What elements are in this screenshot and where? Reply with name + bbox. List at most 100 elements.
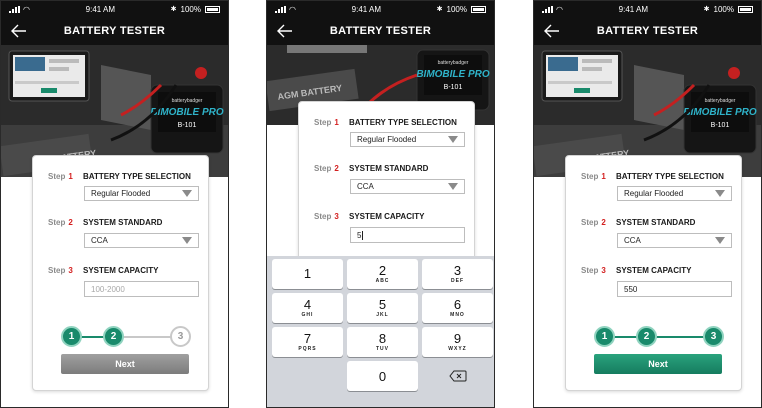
phone-screen-1: ◠ 9:41 AM ✱ 100% BATTERY TESTER batteryb… <box>0 0 229 408</box>
device-name-text: BIMOBILE PRO <box>416 69 490 80</box>
battery-icon <box>471 5 486 13</box>
device-name-text: BIMOBILE PRO <box>150 107 224 118</box>
device-model-text: B-101 <box>178 122 197 129</box>
progress-step-1: 1 <box>61 326 82 347</box>
setup-card: Step 1 BATTERY TYPE SELECTION Regular Flo… <box>298 101 475 261</box>
system-capacity-heading: SYSTEM CAPACITY <box>83 266 159 275</box>
system-standard-select[interactable]: CCA <box>617 233 732 248</box>
step-2-label: Step 2 <box>314 164 339 173</box>
key-5[interactable]: 5 JKL <box>347 293 418 323</box>
status-bar: ◠ 9:41 AM ✱ 100% <box>534 1 761 17</box>
key-0[interactable]: 0 <box>347 361 418 391</box>
battery-type-heading: BATTERY TYPE SELECTION <box>616 172 724 181</box>
nav-bar: BATTERY TESTER <box>267 17 494 45</box>
device-model-text: B-101 <box>444 84 463 91</box>
capacity-input[interactable]: 100-2000 <box>84 281 199 297</box>
phone-screen-3: ◠ 9:41 AM ✱ 100% BATTERY TESTER batteryb… <box>533 0 762 408</box>
battery-type-heading: BATTERY TYPE SELECTION <box>83 172 191 181</box>
battery-type-select[interactable]: Regular Flooded <box>84 186 199 201</box>
status-time: 9:41 AM <box>85 4 115 14</box>
bluetooth-icon: ✱ <box>170 6 177 13</box>
battery-percent: 100% <box>180 4 201 14</box>
key-8[interactable]: 8 TUV <box>347 327 418 357</box>
progress-connector <box>656 336 706 338</box>
progress-step-3: 3 <box>703 326 724 347</box>
battery-icon <box>205 5 220 13</box>
wifi-icon: ◠ <box>289 4 296 14</box>
key-3[interactable]: 3 DEF <box>422 259 493 289</box>
back-arrow-icon[interactable] <box>542 21 562 41</box>
delete-key[interactable] <box>422 361 493 391</box>
device-brand-text: batterybadger <box>172 98 203 104</box>
step-3-label: Step 3 <box>48 266 73 275</box>
step-2-label: Step 2 <box>581 218 606 227</box>
key-2[interactable]: 2 ABC <box>347 259 418 289</box>
signal-icon <box>275 5 286 13</box>
capacity-input[interactable]: 5 <box>350 227 465 243</box>
text-cursor <box>362 230 364 240</box>
progress-connector <box>123 336 173 338</box>
bluetooth-icon: ✱ <box>436 6 443 13</box>
back-arrow-icon[interactable] <box>275 21 295 41</box>
next-button[interactable]: Next <box>594 354 722 374</box>
dropdown-arrow-icon <box>182 190 192 197</box>
system-standard-heading: SYSTEM STANDARD <box>349 164 429 173</box>
dropdown-arrow-icon <box>715 190 725 197</box>
device-brand-text: batterybadger <box>438 60 469 66</box>
status-bar: ◠ 9:41 AM ✱ 100% <box>1 1 228 17</box>
signal-icon <box>9 5 20 13</box>
page-title: BATTERY TESTER <box>63 25 166 37</box>
nav-bar: BATTERY TESTER <box>534 17 761 45</box>
status-time: 9:41 AM <box>618 4 648 14</box>
key-1[interactable]: 1 <box>272 259 343 289</box>
dropdown-arrow-icon <box>182 237 192 244</box>
step-3-label: Step 3 <box>314 212 339 221</box>
battery-percent: 100% <box>446 4 467 14</box>
next-button[interactable]: Next <box>61 354 189 374</box>
progress-step-2: 2 <box>103 326 124 347</box>
backspace-icon <box>448 370 466 382</box>
progress-step-2: 2 <box>636 326 657 347</box>
numeric-keypad: 1 2 ABC 3 DEF 4 GHI 5 JKL 6 MNO 7 PQRS 8 TUV 9W… <box>267 256 494 407</box>
step-1-label: Step 1 <box>48 172 73 181</box>
wifi-icon: ◠ <box>23 4 30 14</box>
battery-icon <box>738 5 753 13</box>
progress-step-1: 1 <box>594 326 615 347</box>
system-standard-select[interactable]: CCA <box>84 233 199 248</box>
system-standard-heading: SYSTEM STANDARD <box>616 218 696 227</box>
nav-bar: BATTERY TESTER <box>1 17 228 45</box>
system-standard-select[interactable]: CCA <box>350 179 465 194</box>
dropdown-arrow-icon <box>715 237 725 244</box>
battery-type-select[interactable]: Regular Flooded <box>350 132 465 147</box>
device-name-text: BIMOBILE PRO <box>683 107 757 118</box>
system-capacity-heading: SYSTEM CAPACITY <box>616 266 692 275</box>
setup-card: Step 1 BATTERY TYPE SELECTION Regular Flo… <box>32 155 209 391</box>
dropdown-arrow-icon <box>448 183 458 190</box>
signal-icon <box>542 5 553 13</box>
status-time: 9:41 AM <box>351 4 381 14</box>
capacity-input[interactable]: 550 <box>617 281 732 297</box>
device-model-text: B-101 <box>711 122 730 129</box>
key-6[interactable]: 6 MNO <box>422 293 493 323</box>
page-title: BATTERY TESTER <box>596 25 699 37</box>
battery-type-heading: BATTERY TYPE SELECTION <box>349 118 457 127</box>
step-progress: 1 2 3 <box>566 326 741 350</box>
step-1-label: Step 1 <box>581 172 606 181</box>
back-arrow-icon[interactable] <box>9 21 29 41</box>
step-1-label: Step 1 <box>314 118 339 127</box>
progress-step-3: 3 <box>170 326 191 347</box>
key-9[interactable]: 9 WXYZ <box>422 327 493 357</box>
battery-percent: 100% <box>713 4 734 14</box>
system-standard-heading: SYSTEM STANDARD <box>83 218 163 227</box>
key-7[interactable]: 7 PQRS <box>272 327 343 357</box>
key-4[interactable]: 4 GHI <box>272 293 343 323</box>
bluetooth-icon: ✱ <box>703 6 710 13</box>
step-2-label: Step 2 <box>48 218 73 227</box>
battery-type-select[interactable]: Regular Flooded <box>617 186 732 201</box>
dropdown-arrow-icon <box>448 136 458 143</box>
page-title: BATTERY TESTER <box>329 25 432 37</box>
setup-card: Step 1 BATTERY TYPE SELECTION Regular Flo… <box>565 155 742 391</box>
phone-screen-2: ◠ 9:41 AM ✱ 100% BATTERY TESTER AGM BATT… <box>266 0 495 408</box>
step-progress: 1 2 3 <box>33 326 208 350</box>
device-brand-text: batterybadger <box>705 98 736 104</box>
